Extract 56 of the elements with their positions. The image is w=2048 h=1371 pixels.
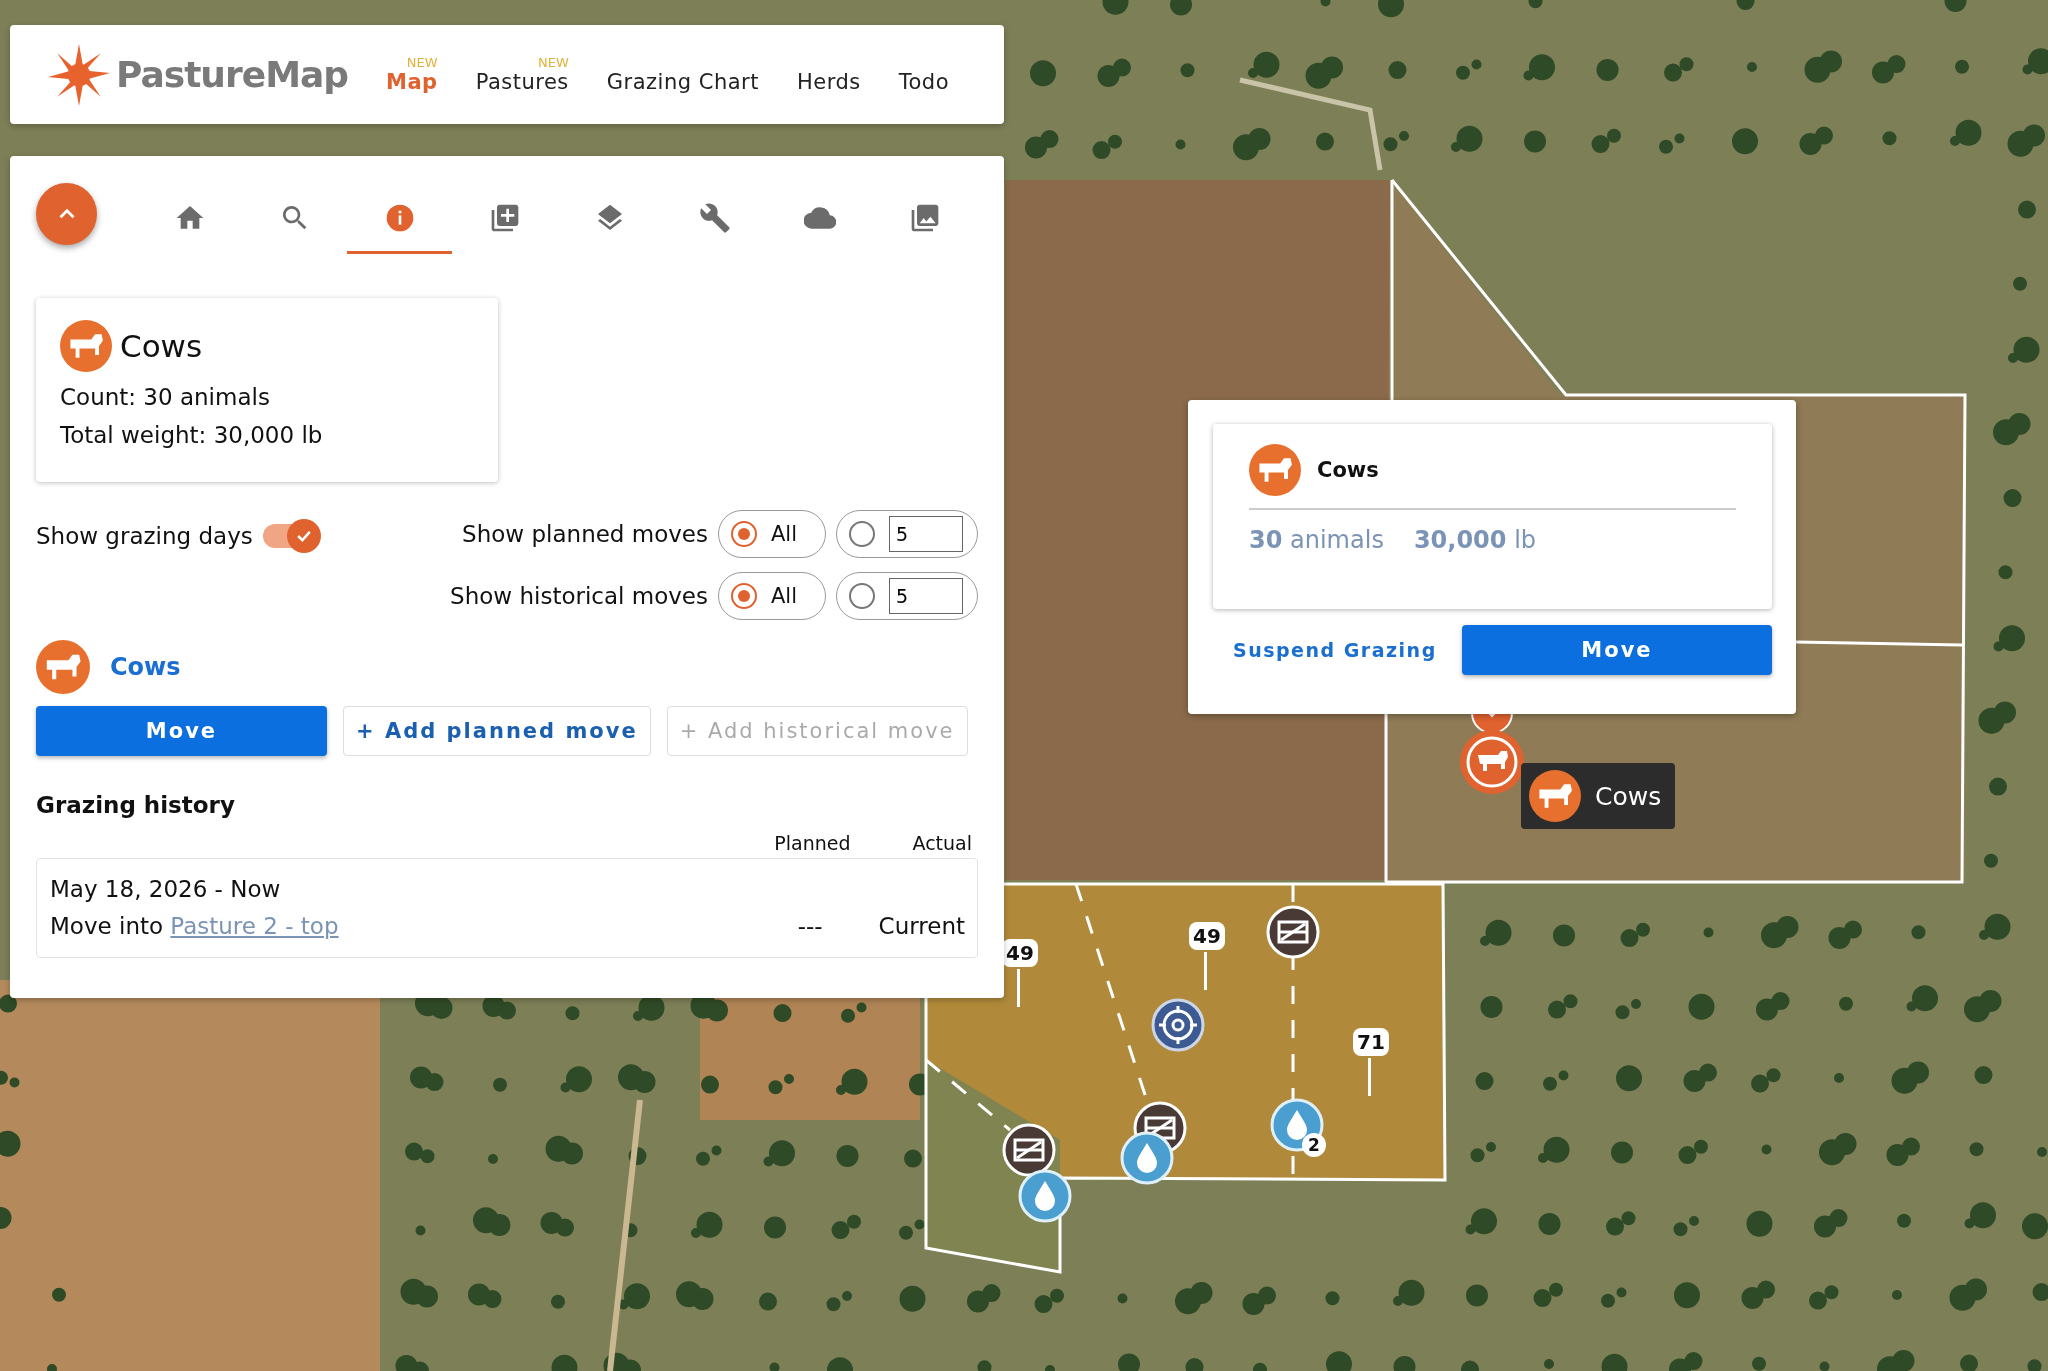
- nav-link[interactable]: Map: [386, 70, 438, 94]
- animal-count: Count: 30 animals: [60, 383, 271, 412]
- nav-link[interactable]: Grazing Chart: [606, 70, 759, 94]
- option-label: Show historical moves: [450, 583, 708, 609]
- option-label: Show planned moves: [462, 521, 708, 547]
- cow-marker-icon[interactable]: [1459, 729, 1525, 795]
- gate-icon[interactable]: [1266, 905, 1320, 959]
- table-cell-text: ---: [797, 912, 823, 941]
- target-icon[interactable]: [1151, 998, 1205, 1052]
- pin-line: [1204, 952, 1207, 990]
- add-move-button[interactable]: + Add planned move: [343, 706, 651, 756]
- herd-title: Cows: [1317, 458, 1379, 482]
- herd-title: Cows: [120, 328, 203, 364]
- nav-link[interactable]: Pastures: [475, 70, 569, 94]
- app-logo-text: PastureMap: [116, 54, 349, 95]
- move-text: Move into: [50, 913, 164, 939]
- total-weight: Total weight: 30,000 lb: [60, 421, 324, 450]
- grazing-days-label: 49: [1002, 939, 1038, 967]
- suspend-grazing-link[interactable]: Suspend Grazing: [1233, 639, 1437, 661]
- collapse-button[interactable]: [36, 183, 98, 245]
- move-button[interactable]: Move: [1462, 625, 1772, 675]
- wrench-icon: [699, 201, 732, 234]
- water-drop-icon[interactable]: [1120, 1131, 1174, 1185]
- option-label: Show grazing days: [36, 523, 253, 549]
- radio-button[interactable]: [731, 583, 757, 609]
- water-drop-icon[interactable]: [1018, 1169, 1072, 1223]
- animal-count: 30 animals: [1249, 526, 1384, 554]
- number-input[interactable]: 5: [889, 516, 963, 552]
- toggle-switch[interactable]: [262, 519, 321, 553]
- column-header: Planned: [774, 832, 851, 854]
- total-weight: 30,000 lb: [1413, 526, 1537, 554]
- nav-link[interactable]: Herds: [796, 70, 861, 94]
- table-cell-text: Current: [878, 912, 965, 941]
- nav-link[interactable]: Todo: [898, 70, 949, 94]
- cow-icon: [1529, 770, 1581, 822]
- move-button[interactable]: Move: [36, 706, 327, 756]
- new-label: NEW: [537, 55, 569, 70]
- gate-icon[interactable]: [1002, 1123, 1056, 1177]
- column-header: Actual: [912, 832, 972, 854]
- grazing-days-label: 49: [1189, 922, 1225, 950]
- section-title: Grazing history: [36, 792, 236, 818]
- radio-button[interactable]: [849, 583, 875, 609]
- pin-line: [1017, 969, 1020, 1007]
- radio-button[interactable]: [849, 521, 875, 547]
- cow-icon: [60, 320, 112, 372]
- new-label: NEW: [406, 55, 438, 70]
- date-range: May 18, 2026 - Now: [50, 875, 282, 904]
- grazing-days-label: 71: [1353, 1028, 1389, 1056]
- cow-icon: [36, 640, 90, 694]
- herd-label[interactable]: Cows: [1521, 763, 1676, 829]
- herd-name: Cows: [1595, 781, 1662, 811]
- radio-button[interactable]: [731, 521, 757, 547]
- pin-line: [1368, 1058, 1371, 1096]
- number-input[interactable]: 5: [889, 578, 963, 614]
- herd-link[interactable]: Cows: [110, 653, 181, 681]
- cow-icon: [1249, 444, 1301, 496]
